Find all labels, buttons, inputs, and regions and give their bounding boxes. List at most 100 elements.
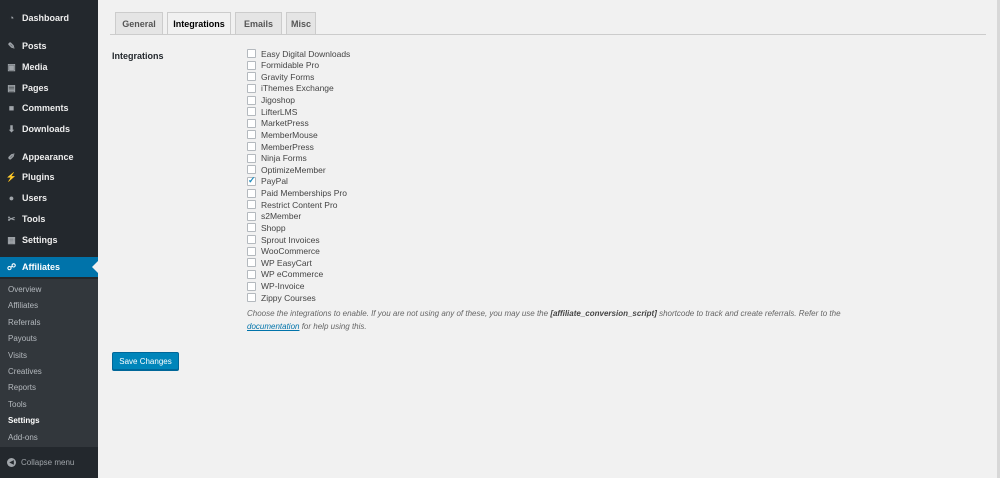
save-changes-button[interactable]: Save Changes — [112, 352, 179, 370]
tab-integrations[interactable]: Integrations — [167, 12, 231, 35]
checkbox-wp-invoice[interactable] — [247, 281, 256, 291]
checkbox-optimizemember[interactable] — [247, 165, 256, 175]
integration-zippy-courses[interactable]: Zippy Courses — [247, 292, 316, 303]
menu-item-appearance[interactable]: ✐ Appearance — [0, 147, 98, 167]
integration-jigoshop[interactable]: Jigoshop — [247, 95, 295, 106]
submenu-item-creatives[interactable]: Creatives — [8, 367, 42, 376]
integration-label: Shopp — [261, 222, 286, 233]
menu-item-plugins[interactable]: ⚡ Plugins — [0, 167, 98, 187]
integration-lifterlms[interactable]: LifterLMS — [247, 106, 297, 117]
submenu-item-tools[interactable]: Tools — [8, 400, 27, 409]
media-icon: ▣ — [7, 61, 16, 72]
checkbox-ithemes-exchange[interactable] — [247, 83, 256, 93]
collapse-menu-button[interactable]: ◀ Collapse menu — [0, 452, 98, 472]
checkbox-restrict-content-pro[interactable] — [247, 200, 256, 210]
checkbox-s2member[interactable] — [247, 211, 256, 221]
checkbox-easy-digital-downloads[interactable] — [247, 49, 256, 58]
admin-sidebar: ◔ Dashboard ✎ Posts ▣ Media ▤ Pages ■ Comments ⬇ Do… — [0, 0, 98, 478]
integration-shopp[interactable]: Shopp — [247, 222, 286, 233]
menu-item-dashboard[interactable]: ◔ Dashboard — [0, 8, 98, 28]
integration-membermouse[interactable]: MemberMouse — [247, 129, 318, 140]
integration-label: MemberPress — [261, 141, 314, 152]
integration-restrict-content-pro[interactable]: Restrict Content Pro — [247, 199, 338, 210]
user-icon: ● — [8, 193, 15, 203]
menu-item-downloads[interactable]: ⬇ Downloads — [0, 119, 98, 139]
dashboard-icon: ◔ — [8, 13, 15, 23]
submenu-item-visits[interactable]: Visits — [8, 351, 27, 360]
submenu-item-reports[interactable]: Reports — [8, 383, 36, 392]
submenu-item-referrals[interactable]: Referrals — [8, 318, 40, 327]
integration-label: Ninja Forms — [261, 153, 307, 164]
checkbox-ninja-forms[interactable] — [247, 153, 256, 163]
integration-marketpress[interactable]: MarketPress — [247, 118, 309, 129]
checkbox-woocommerce[interactable] — [247, 246, 256, 256]
integration-formidable-pro[interactable]: Formidable Pro — [247, 60, 319, 71]
tab-general[interactable]: General — [115, 12, 163, 34]
settings-icon: ▦ — [7, 234, 16, 245]
checkbox-memberpress[interactable] — [247, 142, 256, 152]
menu-item-users[interactable]: ● Users — [0, 188, 98, 208]
integration-label: WooCommerce — [261, 246, 320, 257]
tab-emails[interactable]: Emails — [235, 12, 282, 34]
checkbox-wp-easycart[interactable] — [247, 258, 256, 268]
tab-divider — [110, 34, 986, 35]
integration-ithemes-exchange[interactable]: iThemes Exchange — [247, 83, 334, 94]
integration-ninja-forms[interactable]: Ninja Forms — [247, 153, 307, 164]
integration-wp-easycart[interactable]: WP EasyCart — [247, 257, 312, 268]
tab-misc[interactable]: Misc — [286, 12, 316, 34]
integration-wp-invoice[interactable]: WP-Invoice — [247, 281, 304, 292]
integration-label: WP eCommerce — [261, 269, 324, 280]
checkbox-paypal[interactable]: ✓ — [247, 175, 256, 186]
checkbox-sprout-invoices[interactable] — [247, 235, 256, 245]
menu-item-label: Settings — [22, 235, 58, 245]
integrations-description: Choose the integrations to enable. If yo… — [247, 307, 947, 333]
checkbox-paid-memberships-pro[interactable] — [247, 188, 256, 198]
submenu-item-affiliates[interactable]: Affiliates — [8, 301, 38, 310]
integration-label: Zippy Courses — [261, 292, 316, 303]
integration-optimizemember[interactable]: OptimizeMember — [247, 164, 326, 175]
integration-easy-digital-downloads[interactable]: Easy Digital Downloads — [247, 48, 350, 59]
submenu-item-add-ons[interactable]: Add-ons — [8, 433, 38, 442]
menu-item-affiliates[interactable]: ☍ Affiliates — [0, 257, 98, 277]
integration-label: Easy Digital Downloads — [261, 48, 351, 59]
documentation-link[interactable]: documentation — [247, 322, 299, 331]
menu-item-comments[interactable]: ■ Comments — [0, 98, 98, 118]
integration-label: Formidable Pro — [261, 60, 320, 71]
checkbox-shopp[interactable] — [247, 223, 256, 233]
integration-wp-ecommerce[interactable]: WP eCommerce — [247, 269, 323, 280]
checkbox-formidable-pro[interactable] — [247, 60, 256, 70]
checkbox-jigoshop[interactable] — [247, 95, 256, 105]
integration-sprout-invoices[interactable]: Sprout Invoices — [247, 234, 320, 245]
integration-memberpress[interactable]: MemberPress — [247, 141, 314, 152]
checkbox-lifterlms[interactable] — [247, 107, 256, 117]
menu-item-label: Posts — [22, 41, 47, 51]
menu-item-label: Appearance — [22, 152, 74, 162]
submenu-item-payouts[interactable]: Payouts — [8, 334, 37, 343]
integration-label: s2Member — [261, 211, 302, 222]
menu-item-label: Downloads — [22, 124, 71, 134]
menu-item-media[interactable]: ▣ Media — [0, 57, 98, 77]
checkbox-wp-ecommerce[interactable] — [247, 269, 256, 279]
integration-label: WP EasyCart — [261, 257, 312, 268]
integration-label: iThemes Exchange — [261, 83, 334, 94]
checkbox-zippy-courses[interactable] — [247, 293, 256, 303]
menu-item-label: Tools — [22, 214, 46, 224]
submenu-item-overview[interactable]: Overview — [8, 285, 41, 294]
checkbox-membermouse[interactable] — [247, 130, 256, 140]
collapse-menu-label: Collapse menu — [21, 457, 75, 467]
menu-item-label: Dashboard — [22, 13, 70, 23]
integration-label: Restrict Content Pro — [261, 199, 338, 210]
checkbox-marketpress[interactable] — [247, 118, 256, 128]
menu-item-pages[interactable]: ▤ Pages — [0, 78, 98, 98]
integration-paid-memberships-pro[interactable]: Paid Memberships Pro — [247, 188, 347, 199]
checkbox-gravity-forms[interactable] — [247, 72, 256, 82]
menu-item-posts[interactable]: ✎ Posts — [0, 36, 98, 56]
integration-paypal[interactable]: ✓ PayPal — [247, 175, 288, 187]
submenu-item-settings[interactable]: Settings — [8, 416, 40, 425]
menu-item-label: Users — [22, 193, 48, 203]
menu-item-tools[interactable]: ✂ Tools — [0, 209, 98, 229]
integration-gravity-forms[interactable]: Gravity Forms — [247, 71, 314, 82]
menu-item-settings[interactable]: ▦ Settings — [0, 230, 98, 250]
integration-woocommerce[interactable]: WooCommerce — [247, 246, 320, 257]
integration-s2member[interactable]: s2Member — [247, 211, 301, 222]
